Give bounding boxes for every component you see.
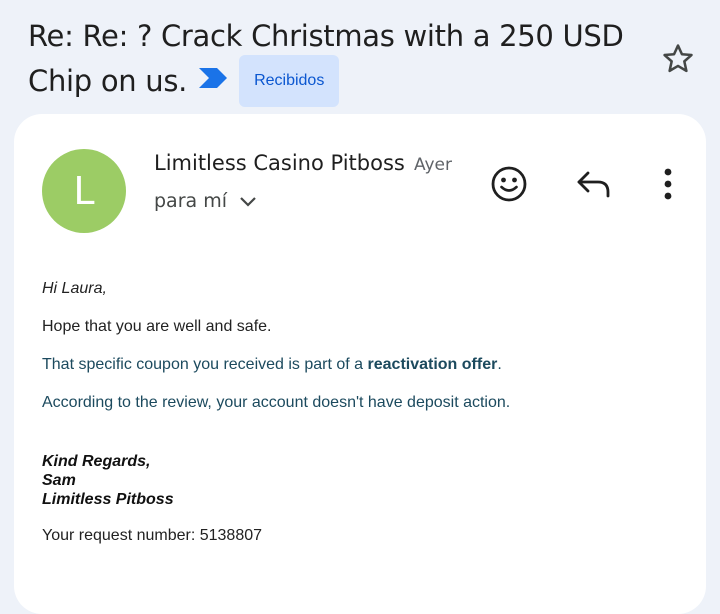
signature: Kind Regards, Sam Limitless Pitboss xyxy=(42,452,174,509)
request-number: Your request number: 5138807 xyxy=(42,527,263,544)
body-line-coupon: That specific coupon you received is par… xyxy=(42,356,502,374)
avatar-letter: L xyxy=(73,169,95,213)
message-date: Ayer xyxy=(414,155,452,175)
coupon-period: . xyxy=(497,356,502,373)
body-line-review: According to the review, your account do… xyxy=(42,394,511,411)
star-icon[interactable] xyxy=(659,40,697,78)
message-card: L Limitless Casino Pitboss Ayer para mí … xyxy=(14,114,706,614)
reply-icon[interactable] xyxy=(574,164,614,204)
avatar[interactable]: L xyxy=(42,149,126,233)
sig-company: Limitless Pitboss xyxy=(42,491,174,508)
reactivation-offer-text: reactivation offer xyxy=(367,356,498,373)
important-marker-icon[interactable] xyxy=(197,58,229,103)
coupon-text: That specific coupon you received is par… xyxy=(42,356,368,373)
recipient-label: para mí xyxy=(154,190,227,212)
more-vert-icon[interactable] xyxy=(648,164,688,204)
subject-header: Re: Re: ? Crack Christmas with a 250 USD… xyxy=(28,14,628,107)
sig-name: Sam xyxy=(42,472,76,489)
body-line-wellbeing: Hope that you are well and safe. xyxy=(42,318,272,335)
label-chip-inbox[interactable]: Recibidos xyxy=(239,55,340,107)
sender-name[interactable]: Limitless Casino Pitboss xyxy=(154,151,405,175)
greeting: Hi Laura, xyxy=(42,280,107,297)
emoji-reaction-icon[interactable] xyxy=(489,164,529,204)
recipient-row[interactable]: para mí xyxy=(154,189,257,213)
chevron-down-icon[interactable] xyxy=(239,195,257,213)
sig-regards: Kind Regards, xyxy=(42,453,151,470)
